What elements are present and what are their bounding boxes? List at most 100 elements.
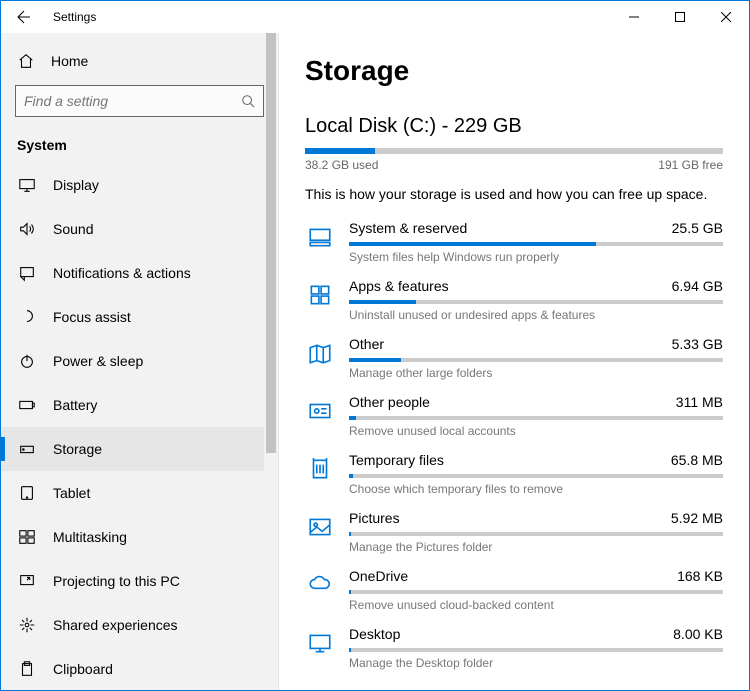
sidebar-item-label: Power & sleep [53,353,143,369]
category-desc: Manage other large folders [349,366,723,380]
storage-category-row[interactable]: Pictures 5.92 MB Manage the Pictures folde… [305,502,723,560]
category-size: 8.00 KB [673,626,723,642]
clipboard-icon [17,659,37,679]
disk-title: Local Disk (C:) - 229 GB [305,115,723,138]
disk-usage-fill [305,148,375,154]
storage-category-row[interactable]: OneDrive168 KBRemove unused cloud-backed… [305,560,723,618]
category-bar-fill [349,532,351,536]
sidebar-scrollbar[interactable] [264,33,278,690]
sidebar-item-sound[interactable]: Sound [1,207,278,251]
scrollbar-thumb[interactable] [266,33,276,453]
sidebar-item-projecting[interactable]: Projecting to this PC [1,559,278,603]
section-header-system: System [1,129,278,163]
category-bar [349,242,723,246]
category-size: 168 KB [677,568,723,584]
sidebar-item-multitasking[interactable]: Multitasking [1,515,278,559]
storage-category-row[interactable]: Temporary files65.8 MBChoose which tempo… [305,444,723,502]
category-icon [305,570,335,600]
category-size: 25.5 GB [672,220,723,236]
page-title: Storage [305,55,723,87]
sidebar-item-label: Tablet [53,485,90,501]
maximize-icon [675,12,685,22]
search-icon [241,94,255,108]
category-size: 5.33 GB [672,336,723,352]
category-bar-fill [349,300,416,304]
category-bar [349,416,723,420]
storage-icon [17,439,37,459]
notifications-icon [17,263,37,283]
category-bar [349,590,723,594]
sidebar-item-battery[interactable]: Battery [1,383,278,427]
sidebar-item-storage[interactable]: Storage [1,427,278,471]
sidebar-item-label: Shared experiences [53,617,178,633]
storage-category-row[interactable]: System & reserved25.5 GBSystem files hel… [305,212,723,270]
sidebar-item-display[interactable]: Display [1,163,278,207]
sidebar-item-notifications[interactable]: Notifications & actions [1,251,278,295]
sidebar-item-label: Clipboard [53,661,113,677]
category-name: Apps & features [349,278,449,294]
sidebar-item-clipboard[interactable]: Clipboard [1,647,278,690]
sidebar-home[interactable]: Home [1,41,278,81]
minimize-icon [629,12,639,22]
category-size: 311 MB [676,394,723,410]
category-bar-fill [349,474,353,478]
category-desc: Manage the Desktop folder [349,656,723,670]
sidebar-item-label: Sound [53,221,93,237]
category-icon [305,454,335,484]
close-button[interactable] [703,1,749,33]
minimize-button[interactable] [611,1,657,33]
category-icon [305,280,335,310]
display-icon [17,175,37,195]
search-box[interactable] [15,85,264,117]
power-icon [17,351,37,371]
arrow-left-icon [15,9,31,25]
home-icon [17,52,35,70]
sidebar-item-label: Multitasking [53,529,127,545]
category-desc: System files help Windows run properly [349,250,723,264]
disk-free-label: 191 GB free [658,158,723,172]
category-bar [349,648,723,652]
focus-assist-icon [17,307,37,327]
sidebar-item-label: Notifications & actions [53,265,191,281]
sidebar-item-focus-assist[interactable]: Focus assist [1,295,278,339]
close-icon [721,12,731,22]
category-bar [349,474,723,478]
category-name: Pictures [349,510,400,526]
category-icon [305,512,335,542]
category-icon [305,222,335,252]
storage-category-row[interactable]: Apps & features6.94 GBUninstall unused o… [305,270,723,328]
multitasking-icon [17,527,37,547]
sidebar-item-label: Battery [53,397,97,413]
storage-category-row[interactable]: Desktop 8.00 KB Manage the Desktop folder [305,618,723,676]
category-desc: Manage the Pictures folder [349,540,723,554]
category-bar-fill [349,416,356,420]
category-bar [349,358,723,362]
storage-category-row[interactable]: Other people311 MBRemove unused local ac… [305,386,723,444]
sidebar-item-label: Display [53,177,99,193]
tablet-icon [17,483,37,503]
category-name: Temporary files [349,452,444,468]
sidebar-item-shared-experiences[interactable]: Shared experiences [1,603,278,647]
titlebar: Settings [1,1,749,33]
category-list: System & reserved25.5 GBSystem files hel… [305,212,723,676]
storage-category-row[interactable]: Other 5.33 GB Manage other large folders [305,328,723,386]
category-name: Other people [349,394,430,410]
sidebar-item-power-sleep[interactable]: Power & sleep [1,339,278,383]
back-button[interactable] [1,1,45,33]
disk-usage-bar [305,148,723,154]
sidebar-item-tablet[interactable]: Tablet [1,471,278,515]
category-bar-fill [349,242,596,246]
search-input[interactable] [24,93,241,109]
category-size: 5.92 MB [671,510,723,526]
category-icon [305,628,335,658]
maximize-button[interactable] [657,1,703,33]
sound-icon [17,219,37,239]
category-name: Other [349,336,384,352]
sidebar-item-label: Focus assist [53,309,131,325]
home-label: Home [51,53,88,69]
projecting-icon [17,571,37,591]
category-icon [305,396,335,426]
battery-icon [17,395,37,415]
storage-hint: This is how your storage is used and how… [305,186,723,202]
category-name: Desktop [349,626,400,642]
